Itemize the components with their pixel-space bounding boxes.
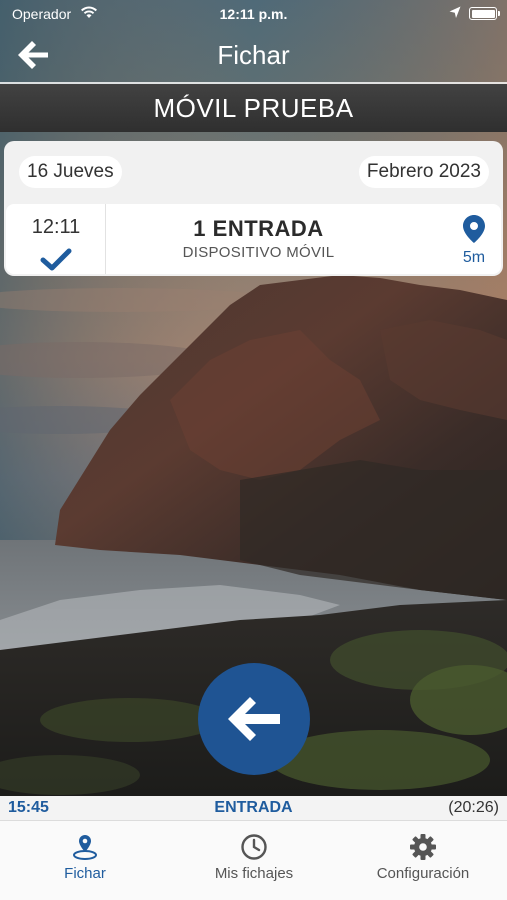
entry-device: DISPOSITIVO MÓVIL xyxy=(182,244,335,261)
status-info-bar: 15:45 ENTRADA (20:26) xyxy=(0,796,507,820)
arrow-left-icon xyxy=(228,697,280,741)
tab-configuracion[interactable]: Configuración xyxy=(358,821,488,900)
location-services-icon xyxy=(449,6,461,18)
punch-action-button[interactable] xyxy=(198,663,310,775)
month-pill: Febrero 2023 xyxy=(358,156,489,188)
status-bar: Operador 12:11 p.m. xyxy=(0,0,507,28)
day-pill: 16 Jueves xyxy=(19,156,122,188)
entry-time: 12:11 xyxy=(31,216,81,238)
entry-type: 1 ENTRADA xyxy=(193,216,324,241)
map-pin-icon[interactable] xyxy=(463,215,485,243)
gear-icon xyxy=(410,834,436,860)
status-time: 12:11 p.m. xyxy=(219,6,288,22)
tab-label: Fichar xyxy=(64,865,106,882)
location-pin-icon xyxy=(73,835,97,860)
tab-label: Configuración xyxy=(376,865,470,882)
company-banner: MÓVIL PRUEBA xyxy=(0,84,507,132)
punch-entry-row[interactable]: 12:11 1 ENTRADA DISPOSITIVO MÓVIL 5m xyxy=(6,204,501,274)
battery-icon xyxy=(469,7,500,20)
punch-card: 16 Jueves Febrero 2023 12:11 1 ENTRADA D… xyxy=(4,141,503,276)
navigation-header: Fichar xyxy=(0,28,507,82)
tab-bar: Fichar Mis fichajes Configuración xyxy=(0,820,507,900)
info-status: ENTRADA xyxy=(214,799,293,816)
tab-mis-fichajes[interactable]: Mis fichajes xyxy=(189,821,319,900)
page-title: Fichar xyxy=(217,40,290,70)
entry-distance: 5m xyxy=(462,249,486,266)
info-duration: (20:26) xyxy=(448,799,499,816)
entry-time-column: 12:11 xyxy=(6,204,106,274)
company-name: MÓVIL PRUEBA xyxy=(153,93,354,123)
tab-label: Mis fichajes xyxy=(214,865,294,882)
clock-icon xyxy=(241,834,267,860)
tab-fichar[interactable]: Fichar xyxy=(20,821,150,900)
checkmark-icon xyxy=(40,248,72,271)
